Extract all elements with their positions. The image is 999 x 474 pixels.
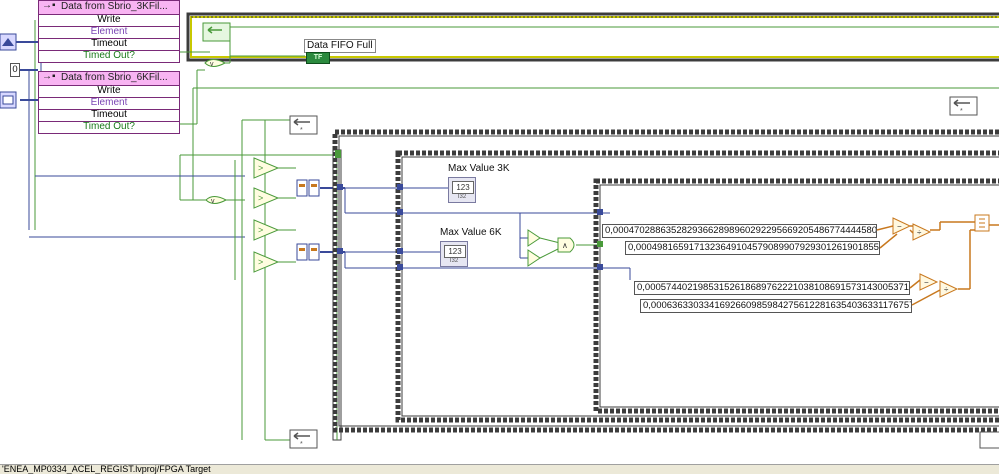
feedback-node-icon-3[interactable]: [289, 429, 318, 449]
select-icon-2[interactable]: [308, 179, 320, 197]
double-constant-1[interactable]: 0,00047028863528293662898960292295669205…: [602, 224, 877, 238]
double-constant-4[interactable]: 0,00063633033416926609859842756122816354…: [640, 299, 912, 313]
feedback-node-icon-2[interactable]: [289, 115, 318, 135]
or-gate-icon-2[interactable]: [205, 196, 228, 204]
label-max-value-3k: Max Value 3K: [448, 163, 510, 174]
feedback-node-icon-1[interactable]: [202, 22, 231, 42]
svg-text:÷: ÷: [944, 285, 949, 294]
svg-text:*: *: [960, 108, 963, 115]
svg-text:∧: ∧: [562, 241, 568, 250]
svg-text:>: >: [258, 163, 263, 173]
fifo-title[interactable]: →▪ Data from Sbrio_3KFil...: [38, 0, 180, 15]
svg-text:−: −: [924, 278, 929, 287]
select-icon-3[interactable]: [296, 243, 308, 261]
fifo-arrow-icon: →▪: [42, 0, 56, 11]
fifo-terminal-timed-out[interactable]: Timed Out?: [38, 51, 180, 63]
divide-function-icon-2[interactable]: [939, 280, 959, 298]
select-icon-1[interactable]: [296, 179, 308, 197]
svg-text:−: −: [897, 222, 902, 231]
svg-text:v: v: [211, 198, 215, 205]
svg-text:*: *: [300, 127, 303, 134]
svg-text:v: v: [210, 61, 214, 68]
indicator-type-label: I32: [449, 258, 459, 264]
max-value-3k-indicator[interactable]: 123 I32: [448, 177, 476, 203]
equal-icon-2[interactable]: [527, 249, 541, 267]
numeric-indicator-icon: 123: [452, 181, 474, 194]
svg-text:>: >: [258, 193, 263, 203]
indicator-type-label: I32: [457, 194, 467, 200]
fifo-write-node-6k[interactable]: →▪ Data from Sbrio_6KFil... Write Elemen…: [38, 71, 180, 134]
numeric-constant-zero[interactable]: 0: [10, 63, 20, 77]
svg-text:>: >: [258, 225, 263, 235]
svg-text:÷: ÷: [917, 228, 922, 237]
fifo-title-text: Data from Sbrio_6KFil...: [61, 72, 168, 83]
label-max-value-6k: Max Value 6K: [440, 227, 502, 238]
inner-sequence-frame[interactable]: [593, 178, 999, 414]
fifo-title[interactable]: →▪ Data from Sbrio_6KFil...: [38, 71, 180, 86]
fifo-terminal-timed-out[interactable]: Timed Out?: [38, 122, 180, 134]
fifo-arrow-icon: →▪: [42, 71, 56, 82]
feedback-node-icon-4[interactable]: [949, 96, 978, 116]
fifo-write-node-3k[interactable]: →▪ Data from Sbrio_3KFil... Write Elemen…: [38, 0, 180, 63]
double-constant-3[interactable]: 0,00057440219853152618689762221038108691…: [634, 281, 910, 295]
data-fifo-full-indicator[interactable]: TF: [306, 52, 330, 64]
divide-function-icon[interactable]: [912, 223, 932, 241]
label-data-fifo-full: Data FIFO Full: [304, 39, 376, 53]
max-value-6k-indicator[interactable]: 123 I32: [440, 241, 468, 267]
select-icon-4[interactable]: [308, 243, 320, 261]
numeric-indicator-icon: 123: [444, 245, 466, 258]
svg-text:>: >: [258, 257, 263, 267]
fifo-title-text: Data from Sbrio_3KFil...: [61, 1, 168, 12]
svg-text:*: *: [300, 441, 303, 448]
equal-icon-1[interactable]: [527, 229, 541, 247]
double-constant-2[interactable]: 0,00049816591713236491045790899079293012…: [625, 241, 880, 255]
